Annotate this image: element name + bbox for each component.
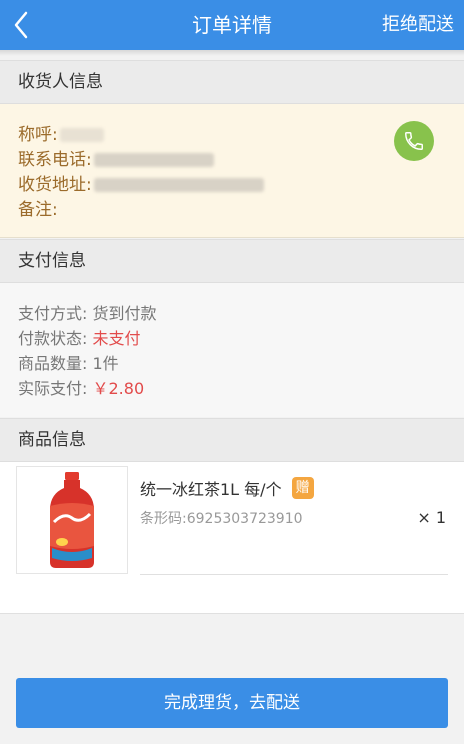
product-name-row: 统一冰红茶1L 每/个 赠	[140, 476, 314, 500]
goods-count-row: 商品数量: 1件	[18, 351, 119, 376]
receiver-phone-row: 联系电话:	[18, 147, 214, 173]
payment-status-row: 付款状态: 未支付	[18, 326, 141, 351]
paid-amount-value: ￥2.80	[92, 379, 145, 398]
product-quantity: × 1	[417, 508, 446, 527]
receiver-phone-label: 联系电话:	[18, 150, 92, 170]
goods-list: 统一冰红茶1L 每/个 赠 条形码:6925303723910 × 1	[0, 462, 464, 614]
reject-delivery-button[interactable]: 拒绝配送	[382, 0, 454, 50]
goods-count-label: 商品数量:	[18, 354, 88, 373]
payment-card: 支付方式: 货到付款 付款状态: 未支付 商品数量: 1件 实际支付: ￥2.8…	[0, 283, 464, 417]
receiver-phone-redacted	[93, 153, 214, 167]
receiver-address-redacted	[93, 178, 264, 192]
item-divider	[140, 574, 448, 575]
receiver-note-row: 备注:	[18, 197, 58, 223]
phone-icon	[405, 132, 423, 150]
payment-method-value: 货到付款	[92, 304, 157, 323]
finish-and-deliver-button[interactable]: 完成理货，去配送	[16, 678, 448, 728]
receiver-name-row: 称呼:	[18, 122, 104, 148]
receiver-name-label: 称呼:	[18, 125, 58, 145]
receiver-note-label: 备注:	[18, 200, 58, 220]
payment-status-value: 未支付	[92, 329, 141, 348]
product-barcode: 条形码:6925303723910	[140, 511, 303, 527]
payment-method-row: 支付方式: 货到付款	[18, 301, 157, 326]
receiver-name-redacted	[59, 128, 104, 142]
receiver-section-title: 收货人信息	[0, 60, 464, 104]
payment-section-title: 支付信息	[0, 239, 464, 283]
paid-amount-row: 实际支付: ￥2.80	[18, 376, 144, 401]
product-image	[16, 466, 128, 574]
paid-amount-label: 实际支付:	[18, 379, 88, 398]
header-shadow	[0, 50, 464, 56]
receiver-address-row: 收货地址:	[18, 172, 264, 198]
payment-method-label: 支付方式:	[18, 304, 88, 323]
payment-status-label: 付款状态:	[18, 329, 88, 348]
gift-badge: 赠	[291, 477, 314, 499]
product-bottle-image	[50, 472, 94, 568]
goods-count-value: 1件	[92, 354, 119, 373]
receiver-address-label: 收货地址:	[18, 175, 92, 195]
app-header: 订单详情 拒绝配送	[0, 0, 464, 50]
receiver-card: 称呼: 联系电话: 收货地址: 备注:	[0, 104, 464, 238]
product-name: 统一冰红茶1L 每/个	[140, 480, 282, 499]
goods-section-title: 商品信息	[0, 418, 464, 462]
call-button[interactable]	[394, 121, 434, 161]
